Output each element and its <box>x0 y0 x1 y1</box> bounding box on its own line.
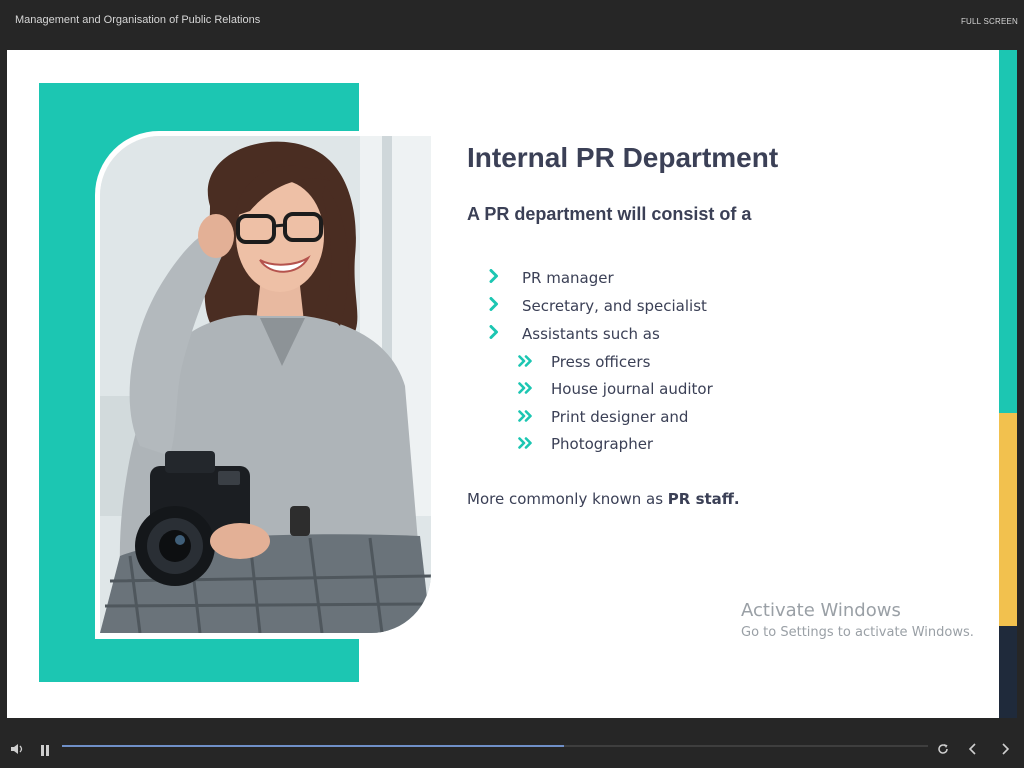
bullet-list: PR manager Secretary, and specialist Assis… <box>487 264 713 458</box>
watermark-title: Activate Windows <box>741 600 901 621</box>
bullet-text: Secretary, and specialist <box>522 297 707 315</box>
watermark-subtitle: Go to Settings to activate Windows. <box>741 625 974 640</box>
player-top-bar: Management and Organisation of Public Re… <box>0 0 1024 44</box>
progress-fill <box>62 745 565 747</box>
player-controls <box>0 732 1024 768</box>
double-chevron-right-icon <box>518 380 533 398</box>
slide-subheading: A PR department will consist of a <box>467 204 752 224</box>
side-stripe-teal <box>999 50 1017 413</box>
bullet-text: PR manager <box>522 269 614 287</box>
bullet-item: Assistants such as <box>487 320 713 348</box>
progress-bar[interactable] <box>62 745 928 747</box>
closing-emphasis: PR staff. <box>667 490 740 508</box>
chevron-right-icon <box>489 325 499 343</box>
bullet-text: Press officers <box>551 352 651 371</box>
side-stripe-navy <box>999 626 1017 718</box>
bullet-text: Assistants such as <box>522 325 660 343</box>
double-chevron-right-icon <box>518 435 533 453</box>
bullet-item: House journal auditor <box>487 376 713 404</box>
slide-heading: Internal PR Department <box>467 142 779 173</box>
chevron-right-icon <box>489 269 499 287</box>
replay-icon[interactable] <box>937 740 949 759</box>
chevron-left-icon[interactable] <box>968 740 978 759</box>
bullet-text: Photographer <box>551 435 654 454</box>
bullet-text: Print designer and <box>551 407 689 426</box>
course-title: Management and Organisation of Public Re… <box>15 14 261 26</box>
chevron-right-icon <box>489 297 499 315</box>
closing-text: More commonly known as PR staff. <box>467 490 740 508</box>
closing-prefix: More commonly known as <box>467 490 668 508</box>
bullet-item: Secretary, and specialist <box>487 292 713 320</box>
bullet-item: PR manager <box>487 264 713 292</box>
chevron-right-icon[interactable] <box>1000 740 1010 759</box>
windows-activation-watermark: Activate Windows Go to Settings to activ… <box>741 600 974 640</box>
fullscreen-button[interactable]: FULL SCREEN <box>961 17 1018 26</box>
volume-icon[interactable] <box>10 740 24 759</box>
bullet-item: Photographer <box>487 431 713 459</box>
bullet-item: Print designer and <box>487 403 713 431</box>
double-chevron-right-icon <box>518 408 533 426</box>
bullet-item: Press officers <box>487 348 713 376</box>
woman-with-camera-photo <box>100 136 431 633</box>
bullet-text: House journal auditor <box>551 380 713 399</box>
double-chevron-right-icon <box>518 353 533 371</box>
pause-icon[interactable] <box>40 741 50 760</box>
side-stripe-yellow <box>999 413 1017 626</box>
